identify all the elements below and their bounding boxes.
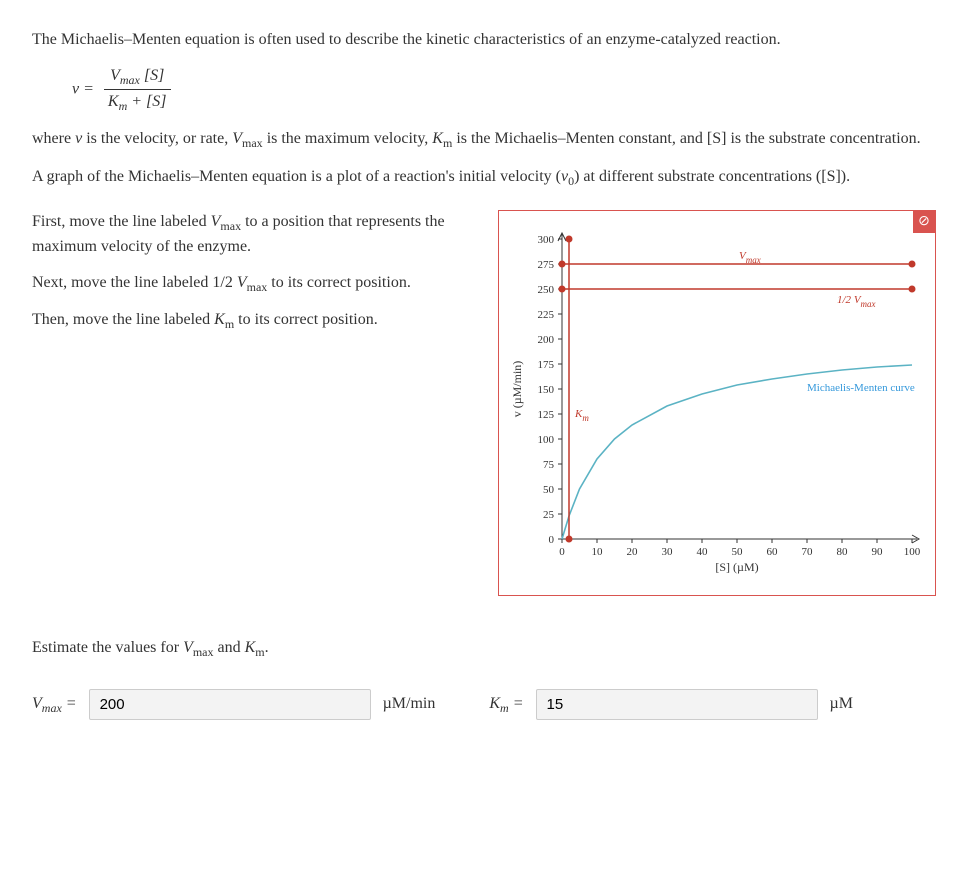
km-unit: µM	[830, 692, 853, 716]
estimate-prompt: Estimate the values for Vmax and Km.	[32, 636, 936, 661]
svg-text:275: 275	[538, 259, 555, 271]
graph-desc: A graph of the Michaelis–Menten equation…	[32, 165, 936, 190]
equation-block: v = Vmax [S] Km + [S]	[72, 64, 936, 115]
instruction-3: Then, move the line labeled Km to its co…	[32, 308, 478, 333]
svg-text:50: 50	[732, 546, 744, 558]
svg-text:200: 200	[538, 334, 555, 346]
eq-lhs: v =	[72, 80, 94, 97]
y-ticks: 0 25 50 75 100 125 150 175 200 225 250 2…	[538, 234, 563, 546]
intro-text: The Michaelis–Menten equation is often u…	[32, 28, 936, 52]
svg-text:100: 100	[538, 434, 555, 446]
svg-text:10: 10	[592, 546, 604, 558]
svg-text:20: 20	[627, 546, 639, 558]
half-vmax-line[interactable]: 1/2 Vmax	[559, 285, 916, 309]
mm-chart[interactable]: 0 25 50 75 100 125 150 175 200 225 250 2…	[507, 219, 927, 579]
svg-text:40: 40	[697, 546, 709, 558]
svg-text:250: 250	[538, 284, 555, 296]
vmax-line[interactable]: Vmax	[559, 250, 916, 268]
svg-text:60: 60	[767, 546, 779, 558]
eq-numerator: Vmax [S]	[104, 64, 171, 90]
km-input[interactable]	[536, 689, 818, 720]
svg-text:70: 70	[802, 546, 814, 558]
eq-denominator: Km + [S]	[104, 90, 171, 115]
svg-text:90: 90	[872, 546, 884, 558]
km-label: Km =	[489, 692, 523, 717]
reset-icon: ⊘	[918, 211, 930, 232]
svg-text:225: 225	[538, 309, 555, 321]
curve-label: Michaelis-Menten curve	[807, 382, 915, 394]
y-axis-label: v (µM/min)	[510, 360, 524, 417]
svg-text:1/2 Vmax: 1/2 Vmax	[837, 294, 876, 309]
x-ticks: 0 10 20 30 40 50 60 70 80 90 100	[559, 539, 921, 558]
reset-button[interactable]: ⊘	[913, 211, 935, 233]
svg-text:30: 30	[662, 546, 674, 558]
vmax-label: Vmax =	[32, 692, 77, 717]
svg-text:150: 150	[538, 384, 555, 396]
svg-text:25: 25	[543, 509, 555, 521]
svg-text:0: 0	[559, 546, 565, 558]
svg-text:125: 125	[538, 409, 555, 421]
svg-text:0: 0	[549, 534, 555, 546]
instruction-2: Next, move the line labeled 1/2 Vmax to …	[32, 271, 478, 296]
svg-text:300: 300	[538, 234, 555, 246]
vmax-input[interactable]	[89, 689, 371, 720]
graph-container[interactable]: ⊘ 0 25 50 75 100 125 150	[498, 210, 936, 596]
svg-text:50: 50	[543, 484, 555, 496]
x-axis-label: [S] (µM)	[715, 560, 758, 574]
svg-text:Km: Km	[574, 408, 589, 423]
vmax-unit: µM/min	[383, 692, 436, 716]
svg-text:Vmax: Vmax	[739, 250, 761, 265]
svg-text:175: 175	[538, 359, 555, 371]
where-text: where v is the velocity, or rate, Vmax i…	[32, 127, 936, 152]
svg-text:80: 80	[837, 546, 849, 558]
instruction-1: First, move the line labeled Vmax to a p…	[32, 210, 478, 259]
svg-text:100: 100	[904, 546, 921, 558]
svg-text:75: 75	[543, 459, 555, 471]
